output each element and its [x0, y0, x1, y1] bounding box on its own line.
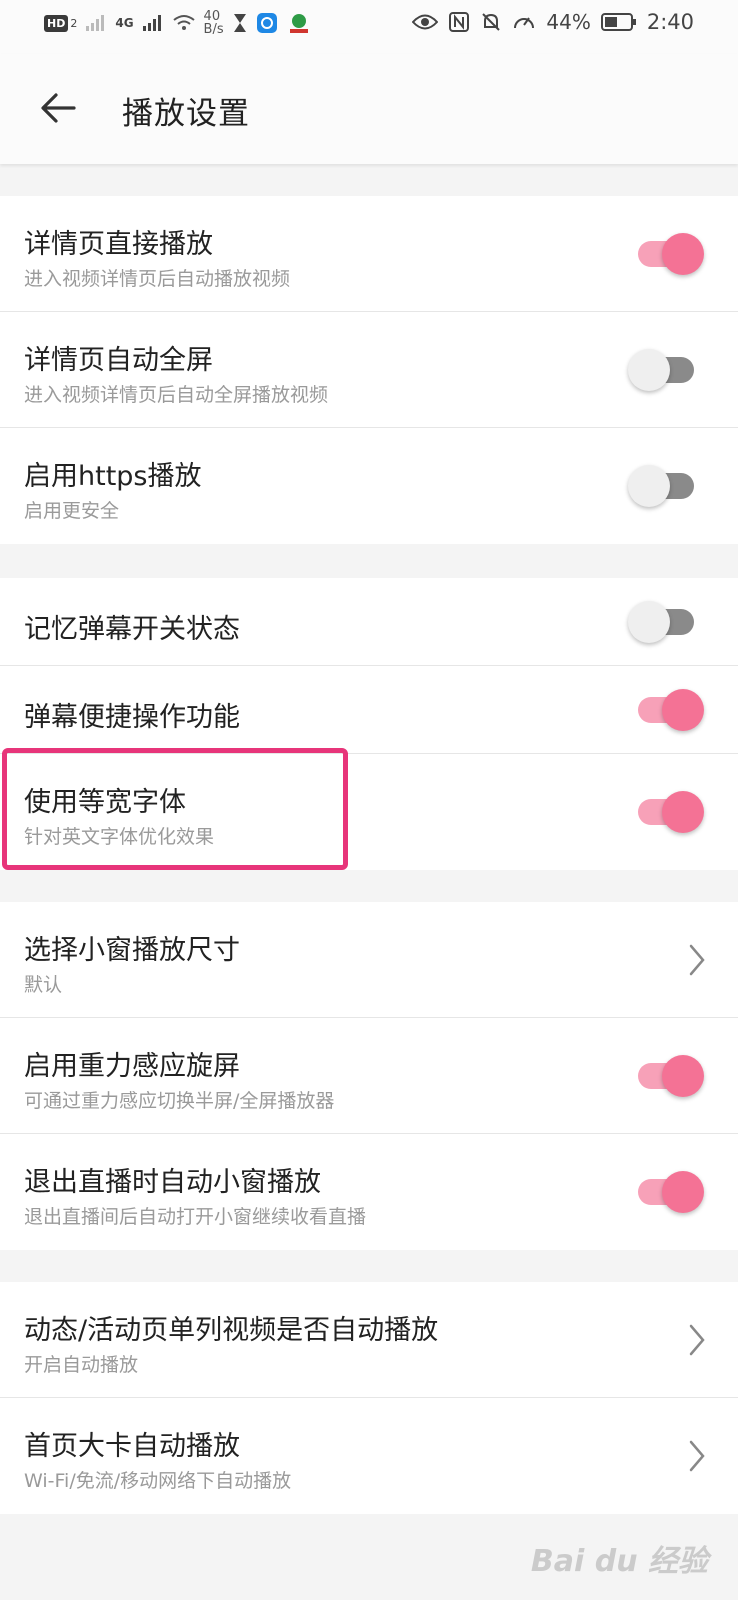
- back-arrow-icon: [41, 93, 76, 123]
- setting-title: 详情页直接播放: [24, 229, 213, 260]
- setting-subtitle: Wi-Fi/免流/移动网络下自动播放: [24, 1470, 292, 1492]
- baidu-watermark: Bai du 经验: [530, 1544, 708, 1579]
- toggle-knob: [662, 1055, 704, 1097]
- setting-title: 详情页自动全屏: [24, 345, 213, 376]
- app-bar: 播放设置: [0, 54, 738, 164]
- setting-row-miniwindow-size[interactable]: 选择小窗播放尺寸 默认: [0, 902, 738, 1018]
- status-bar: HD 2 4G 40 B/s 44% 2:40: [0, 0, 738, 54]
- setting-title: 动态/活动页单列视频是否自动播放: [24, 1315, 439, 1346]
- setting-title: 记忆弹幕开关状态: [24, 614, 240, 645]
- toggle-switch-on[interactable]: [638, 233, 704, 275]
- toggle-switch-off[interactable]: [628, 349, 694, 391]
- setting-subtitle: 开启自动播放: [24, 1354, 139, 1376]
- mute-bell-icon: [482, 13, 501, 31]
- app-notification-icon: [256, 13, 277, 33]
- settings-group-1: 详情页直接播放 进入视频详情页后自动播放视频 详情页自动全屏 进入视频详情页后自…: [0, 196, 738, 544]
- speed-gauge-icon: [514, 17, 535, 29]
- net-speed-unit: B/s: [203, 22, 224, 37]
- battery-icon: [600, 13, 636, 31]
- setting-row-feed-autoplay[interactable]: 动态/活动页单列视频是否自动播放 开启自动播放: [0, 1282, 738, 1398]
- setting-subtitle: 退出直播间后自动打开小窗继续收看直播: [24, 1206, 367, 1228]
- setting-row-monospace-font[interactable]: 使用等宽字体 针对英文字体优化效果: [0, 754, 738, 870]
- setting-title: 启用重力感应旋屏: [24, 1051, 240, 1082]
- setting-title: 选择小窗播放尺寸: [24, 935, 240, 966]
- toggle-switch-off[interactable]: [628, 601, 694, 643]
- chevron-right-icon[interactable]: [686, 1438, 708, 1474]
- network-type: 4G: [115, 16, 134, 30]
- setting-row-live-miniwindow[interactable]: 退出直播时自动小窗播放 退出直播间后自动打开小窗继续收看直播: [0, 1134, 738, 1250]
- toggle-switch-on[interactable]: [638, 1171, 704, 1213]
- signal-icon: [86, 15, 105, 31]
- setting-subtitle: 启用更安全: [24, 500, 120, 522]
- setting-title: 首页大卡自动播放: [24, 1431, 240, 1462]
- toggle-switch-on[interactable]: [638, 689, 704, 731]
- clock: 2:40: [646, 10, 694, 34]
- settings-group-2: 记忆弹幕开关状态 弹幕便捷操作功能 使用等宽字体 针对英文字体优化效果: [0, 578, 738, 870]
- setting-row-danmaku-quick[interactable]: 弹幕便捷操作功能: [0, 666, 738, 754]
- setting-subtitle: 进入视频详情页后自动播放视频: [24, 268, 291, 290]
- setting-title: 退出直播时自动小窗播放: [24, 1167, 321, 1198]
- setting-title: 使用等宽字体: [24, 787, 186, 818]
- setting-row-detail-fullscreen[interactable]: 详情页自动全屏 进入视频详情页后自动全屏播放视频: [0, 312, 738, 428]
- sim-slot: 2: [70, 16, 78, 30]
- setting-subtitle: 可通过重力感应切换半屏/全屏播放器: [24, 1090, 335, 1112]
- toggle-knob: [662, 233, 704, 275]
- toggle-switch-on[interactable]: [638, 1055, 704, 1097]
- chevron-right-icon[interactable]: [686, 1322, 708, 1358]
- signal-strong-icon: [142, 15, 161, 31]
- status-left: HD 2 4G 40 B/s: [44, 10, 312, 36]
- toggle-knob: [662, 1171, 704, 1213]
- net-speed: 40 B/s: [204, 10, 224, 36]
- battery-percent: 44%: [546, 10, 591, 34]
- settings-group-4: 动态/活动页单列视频是否自动播放 开启自动播放 首页大卡自动播放 Wi-Fi/免…: [0, 1282, 738, 1514]
- hourglass-icon: [233, 14, 246, 32]
- setting-row-home-card-autoplay[interactable]: 首页大卡自动播放 Wi-Fi/免流/移动网络下自动播放: [0, 1398, 738, 1514]
- chevron-right-icon[interactable]: [686, 942, 708, 978]
- toggle-switch-off[interactable]: [628, 465, 694, 507]
- wifi-icon: [172, 15, 195, 30]
- setting-subtitle: 进入视频详情页后自动全屏播放视频: [24, 384, 329, 406]
- setting-row-gravity-rotate[interactable]: 启用重力感应旋屏 可通过重力感应切换半屏/全屏播放器: [0, 1018, 738, 1134]
- setting-subtitle: 针对英文字体优化效果: [24, 826, 215, 848]
- toggle-switch-on[interactable]: [638, 791, 704, 833]
- setting-row-danmaku-memory[interactable]: 记忆弹幕开关状态: [0, 578, 738, 666]
- toggle-knob: [628, 601, 670, 643]
- nfc-icon: [449, 12, 470, 32]
- back-button[interactable]: [38, 88, 78, 128]
- status-right: 44% 2:40: [412, 10, 694, 34]
- eye-icon: [412, 14, 439, 30]
- setting-title: 启用https播放: [24, 461, 202, 492]
- page-title: 播放设置: [122, 96, 250, 132]
- setting-row-detail-autoplay[interactable]: 详情页直接播放 进入视频详情页后自动播放视频: [0, 196, 738, 312]
- setting-row-https[interactable]: 启用https播放 启用更安全: [0, 428, 738, 544]
- toggle-knob: [628, 349, 670, 391]
- hd-badge: HD: [44, 14, 69, 32]
- toggle-knob: [662, 791, 704, 833]
- toggle-knob: [628, 465, 670, 507]
- settings-group-3: 选择小窗播放尺寸 默认 启用重力感应旋屏 可通过重力感应切换半屏/全屏播放器 退…: [0, 902, 738, 1250]
- setting-subtitle: 默认: [24, 974, 63, 996]
- toggle-knob: [662, 689, 704, 731]
- carrier-logo-icon: [289, 14, 308, 33]
- setting-title: 弹幕便捷操作功能: [24, 702, 240, 733]
